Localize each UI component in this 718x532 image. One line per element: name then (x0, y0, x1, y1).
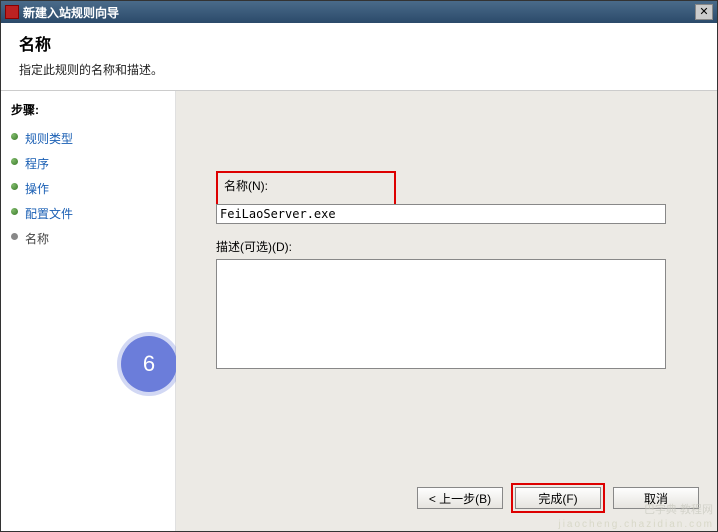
page-title: 名称 (19, 31, 699, 55)
window-title: 新建入站规则向导 (23, 4, 695, 21)
watermark-url: jiaocheng.chazidian.com (558, 519, 714, 530)
name-label: 名称(N): (224, 177, 388, 194)
name-label-highlight: 名称(N): (216, 171, 396, 206)
step-profile[interactable]: 配置文件 (1, 201, 175, 226)
desc-block: 描述(可选)(D): (216, 238, 699, 372)
cancel-button[interactable]: 取消 (613, 487, 699, 509)
back-button[interactable]: < 上一步(B) (417, 487, 503, 509)
wizard-header: 名称 指定此规则的名称和描述。 (1, 23, 717, 91)
wizard-content: 名称(N): 描述(可选)(D): < 上一步(B) 完成(F) 取消 巴字典 … (176, 91, 717, 531)
wizard-body: 步骤: 规则类型 程序 操作 配置文件 名称 6 名称(N): 描述(可选)(D… (1, 91, 717, 531)
desc-label: 描述(可选)(D): (216, 238, 699, 255)
name-input[interactable] (216, 204, 666, 224)
annotation-badge: 6 (121, 336, 177, 392)
name-input-wrap (216, 204, 699, 224)
wizard-window: 新建入站规则向导 ✕ 名称 指定此规则的名称和描述。 步骤: 规则类型 程序 操… (0, 0, 718, 532)
titlebar[interactable]: 新建入站规则向导 ✕ (1, 1, 717, 23)
app-icon (5, 5, 19, 19)
form-area: 名称(N): 描述(可选)(D): (176, 91, 717, 396)
step-name: 名称 (1, 226, 175, 251)
step-rule-type[interactable]: 规则类型 (1, 126, 175, 151)
wizard-footer: < 上一步(B) 完成(F) 取消 (417, 483, 699, 513)
close-button[interactable]: ✕ (695, 4, 713, 20)
step-action[interactable]: 操作 (1, 176, 175, 201)
steps-heading: 步骤: (1, 97, 175, 126)
step-program[interactable]: 程序 (1, 151, 175, 176)
desc-textarea[interactable] (216, 259, 666, 369)
steps-sidebar: 步骤: 规则类型 程序 操作 配置文件 名称 6 (1, 91, 176, 531)
finish-button[interactable]: 完成(F) (515, 487, 601, 509)
finish-highlight: 完成(F) (511, 483, 605, 513)
page-subtitle: 指定此规则的名称和描述。 (19, 61, 699, 78)
